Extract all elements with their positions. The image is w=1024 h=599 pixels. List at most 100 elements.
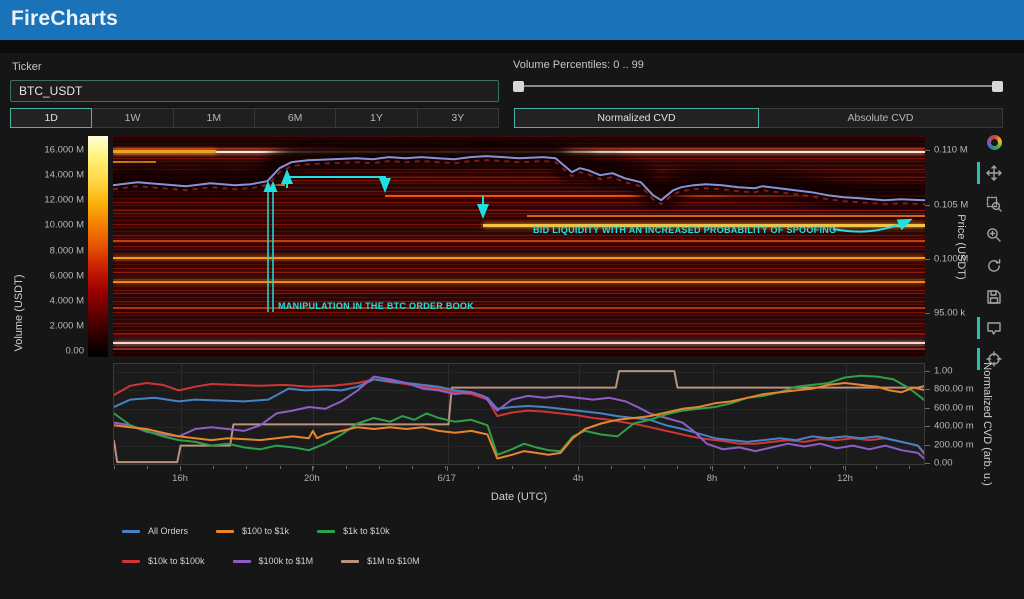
legend-row: $10k to $100k $100k to $1M $1M to $10M [122,556,420,566]
cvd-series-all-orders [114,379,925,454]
x-minor-tick [777,466,778,469]
x-tick-label: 16h [172,473,188,484]
x-minor-tick [512,466,513,469]
x-minor-tick [478,466,479,469]
spoof-curve-arrow [833,220,910,232]
legend-swatch [317,530,335,533]
x-minor-tick [545,466,546,469]
legend-item: $100k to $1M [233,556,314,566]
cvd-tick-label: 200.00 m [934,439,974,450]
save-tool-button[interactable] [984,286,1004,308]
x-minor-tick [114,466,115,469]
timeframe-button-1m[interactable]: 1M [173,108,255,128]
volume-tick-label: 12.000 M [24,195,84,206]
legend-swatch [233,560,251,563]
slider-handle-max[interactable] [992,81,1003,92]
price-axis-title: Price (USDT) [955,214,967,279]
volume-tick-label: 8.000 M [24,245,84,256]
legend-label: $1M to $10M [367,556,420,566]
volume-tick-label: 14.000 M [24,170,84,181]
legend-row: All Orders $100 to $1k $1k to $10k [122,526,420,536]
price-tick-label: 95.00 k [934,308,965,319]
volume-tick-label: 16.000 M [24,145,84,156]
manipulation-annotation: MANIPULATION IN THE BTC ORDER BOOK [278,301,474,311]
box-zoom-icon [986,196,1002,212]
legend-label: $10k to $100k [148,556,205,566]
volume-tick-label: 0.00 [24,346,84,357]
x-tick-label: 12h [837,473,853,484]
timeframe-button-6m[interactable]: 6M [254,108,336,128]
save-icon [986,289,1002,305]
cvd-tick-mark [925,463,930,464]
pan-tool-button[interactable] [984,162,1004,184]
cvd-tick-mark [925,408,930,409]
price-tick-mark [925,205,930,206]
legend-label: All Orders [148,526,188,536]
timeframe-button-1y[interactable]: 1Y [335,108,417,128]
ticker-label: Ticker [12,61,42,73]
box-zoom-tool-button[interactable] [984,193,1004,215]
x-tick-label: 20h [304,473,320,484]
cvd-tick-mark [925,389,930,390]
cvd-tick-mark [925,445,930,446]
legend-item: $1k to $10k [317,526,390,536]
timeframe-button-3y[interactable]: 3Y [417,108,499,128]
wheel-zoom-tool-button[interactable] [984,224,1004,246]
volume-tick-label: 6.000 M [24,270,84,281]
legend-item: $1M to $10M [341,556,420,566]
app-title: FireCharts [11,7,118,31]
firecharts-app: FireCharts Ticker 1D1W1M6M1Y3Y Volume Pe… [0,0,1024,599]
volume-axis-title: Volume (USDT) [13,274,25,351]
absolute-cvd-button[interactable]: Absolute CVD [758,108,1003,128]
x-tick-label: 4h [573,473,584,484]
timeframe-button-1d[interactable]: 1D [10,108,92,128]
bracket-elbow-arrow [287,177,385,190]
slider-handle-min[interactable] [513,81,524,92]
legend-label: $100k to $1M [259,556,314,566]
x-minor-tick [412,466,413,469]
orderbook-heatmap-plot[interactable]: MANIPULATION IN THE BTC ORDER BOOKBID LI… [113,136,925,357]
reset-icon [986,258,1002,274]
legend-label: $100 to $1k [242,526,289,536]
normalized-cvd-button[interactable]: Normalized CVD [514,108,759,128]
x-minor-tick [611,466,612,469]
cvd-tick-label: 600.00 m [934,402,974,413]
price-tick-label: 0.110 M [934,145,968,156]
volume-percentiles-slider[interactable] [513,80,1003,93]
x-minor-tick [147,466,148,469]
hover-icon [986,320,1002,336]
hover-tool-button[interactable] [984,317,1004,339]
x-axis-title: Date (UTC) [491,491,547,503]
wheel-zoom-icon [986,227,1002,243]
legend-item: $10k to $100k [122,556,205,566]
legend-swatch [122,530,140,533]
bokeh-logo [984,131,1004,153]
x-minor-tick [744,466,745,469]
x-minor-tick [280,466,281,469]
x-major-tick [312,466,313,471]
timeframe-button-1w[interactable]: 1W [91,108,173,128]
slider-track[interactable] [513,85,1003,87]
x-minor-tick [246,466,247,469]
chart-toolbar [984,131,1004,370]
legend: All Orders $100 to $1k $1k to $10k $10k to … [122,526,420,566]
x-major-tick [845,466,846,471]
app-header: FireCharts [0,0,1024,40]
legend-swatch [216,530,234,533]
cvd-tick-label: 800.00 m [934,384,974,395]
bokeh-logo-icon [987,135,1002,150]
reset-tool-button[interactable] [984,255,1004,277]
x-minor-tick [346,466,347,469]
x-minor-tick [843,466,844,469]
x-minor-tick [909,466,910,469]
ticker-input[interactable] [10,80,499,102]
volume-tick-label: 10.000 M [24,220,84,231]
x-minor-tick [379,466,380,469]
header-divider [0,40,1024,53]
price-tick-label: 0.105 M [934,199,968,210]
legend-item: $100 to $1k [216,526,289,536]
cvd-hgrid [114,464,924,465]
volume-colorbar [88,136,108,357]
cvd-chart-plot[interactable] [113,363,925,465]
pan-icon [986,165,1002,181]
